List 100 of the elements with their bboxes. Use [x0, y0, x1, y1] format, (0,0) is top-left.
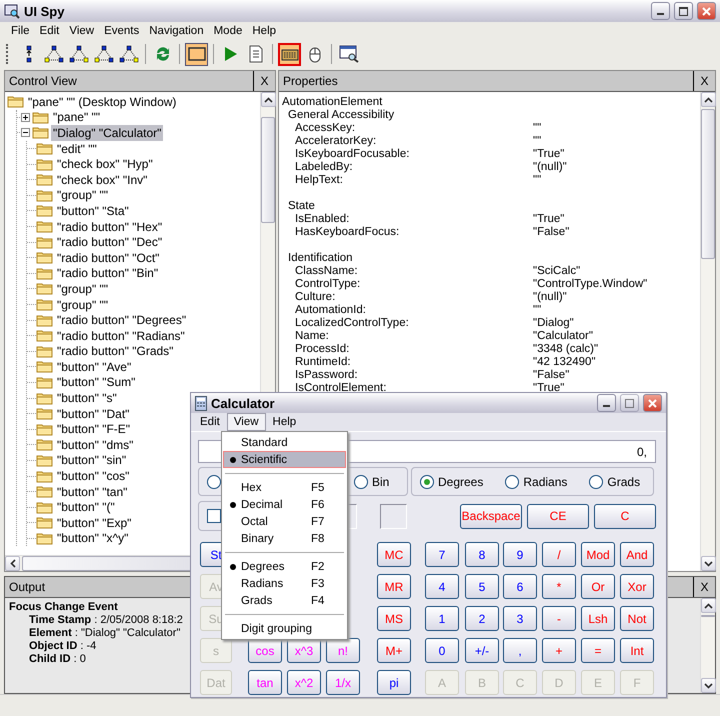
expand-toggle[interactable] — [21, 112, 30, 122]
tree-item[interactable]: "pane" "" — [51, 109, 102, 126]
calculator-key[interactable]: 2 — [465, 606, 499, 631]
plus-icon — [23, 114, 28, 120]
toolbar-button[interactable] — [278, 42, 301, 66]
tree-item[interactable]: "button" "(" — [55, 499, 117, 516]
menu-option[interactable]: Scientific — [223, 451, 346, 468]
tree-item[interactable]: "radio button" "Degrees" — [55, 312, 188, 328]
vertical-scrollbar[interactable] — [700, 598, 715, 693]
calculator-key[interactable]: 6 — [503, 574, 537, 599]
tree-item[interactable]: "button" "s" — [55, 390, 119, 406]
tree-item[interactable]: "button" "tan" — [55, 484, 130, 500]
tree-item[interactable]: "button" "F-E" — [55, 421, 132, 438]
vertical-scrollbar[interactable] — [700, 92, 715, 571]
calculator-key[interactable]: 8 — [465, 542, 499, 567]
tree-item[interactable]: "button" "x^y" — [55, 530, 130, 546]
calculator-key[interactable]: 7 — [425, 542, 459, 567]
tree-item[interactable]: "button" "dms" — [55, 436, 136, 453]
close-button[interactable] — [643, 394, 662, 412]
window-title: Calculator — [211, 396, 275, 410]
property-value: "" — [533, 304, 542, 317]
tree-item[interactable]: "check box" "Inv" — [55, 172, 150, 188]
minimize-button[interactable] — [651, 2, 670, 20]
radio-label: Bin — [372, 474, 390, 488]
radio-label: Grads — [607, 474, 640, 488]
close-button[interactable] — [697, 2, 716, 20]
menu-item[interactable]: Help — [266, 413, 304, 431]
scroll-thumb[interactable] — [701, 109, 715, 259]
minimize-button[interactable] — [597, 394, 616, 412]
tree-item[interactable]: "radio button" "Grads" — [55, 343, 176, 360]
calculator-key[interactable]: 3 — [503, 606, 537, 631]
menu-item[interactable]: Edit — [34, 24, 64, 38]
tree-item[interactable]: "radio button" "Dec" — [55, 234, 164, 250]
toolbar-button[interactable] — [67, 42, 90, 66]
folder-icon — [36, 360, 53, 374]
scroll-up-button[interactable] — [261, 92, 276, 107]
tree-item[interactable]: "radio button" "Radians" — [55, 328, 187, 344]
property-name: LocalizedControlType: — [295, 317, 410, 330]
scroll-down-button[interactable] — [701, 678, 716, 693]
calculator-key[interactable]: 4 — [425, 574, 459, 599]
calculator-key[interactable]: 1 — [425, 606, 459, 631]
close-icon — [648, 398, 657, 408]
tree-item[interactable]: "Dialog" "Calculator" — [51, 124, 164, 141]
maximize-button[interactable] — [674, 2, 693, 20]
radio-button[interactable] — [505, 474, 520, 488]
tree-item[interactable]: "group" "" — [55, 187, 110, 204]
tree-item[interactable]: "radio button" "Oct" — [55, 250, 162, 266]
scroll-up-button[interactable] — [701, 92, 716, 107]
menu-item[interactable]: View — [226, 413, 266, 431]
menu-item[interactable]: File — [6, 24, 35, 38]
expand-toggle[interactable] — [21, 128, 30, 138]
calculator-key[interactable]: 9 — [503, 542, 537, 567]
scroll-left-button[interactable] — [5, 556, 20, 571]
radio-button[interactable] — [589, 474, 604, 488]
tree-item[interactable]: "button" "Sta" — [55, 202, 131, 219]
toolbar-button[interactable] — [117, 42, 140, 66]
toolbar-button[interactable] — [42, 42, 65, 66]
tree-item[interactable]: "edit" "" — [55, 140, 99, 157]
tree-item[interactable]: "button" "cos" — [55, 468, 132, 484]
scroll-up-button[interactable] — [701, 598, 716, 613]
toolbar-button[interactable] — [92, 42, 115, 66]
folder-icon — [36, 329, 53, 342]
tree-item[interactable]: "button" "Dat" — [55, 406, 132, 422]
menu-item[interactable]: Help — [247, 24, 282, 38]
radio-button[interactable] — [420, 474, 434, 488]
menu-option[interactable]: Decimal F6 — [223, 496, 346, 513]
radio-button[interactable] — [207, 474, 221, 488]
calculator-key[interactable]: +/- — [465, 638, 499, 663]
menu-item[interactable]: Edit — [193, 413, 227, 431]
tree-item[interactable]: "button" "Exp" — [55, 514, 134, 531]
calculator-key[interactable]: pi — [377, 670, 411, 695]
toolbar-button[interactable] — [185, 42, 208, 66]
tree-item[interactable]: "group" "" — [55, 280, 110, 297]
menu-item[interactable]: View — [64, 24, 100, 38]
menu-option[interactable]: Hex F5 — [223, 479, 346, 496]
menu-item[interactable]: Events — [99, 24, 144, 38]
menu-option[interactable]: Octal F7 — [223, 513, 346, 530]
menu-item[interactable]: Mode — [208, 24, 248, 38]
tree-item[interactable]: "radio button" "Hex" — [55, 218, 164, 235]
calculator-key[interactable]: 0 — [425, 638, 459, 663]
toolbar-button[interactable] — [337, 42, 360, 66]
tree-item[interactable]: "check box" "Hyp" — [55, 156, 155, 172]
tree-item[interactable]: "pane" "" (Desktop Window) — [26, 94, 178, 110]
scroll-thumb[interactable] — [701, 615, 715, 617]
property-value: "" — [533, 174, 542, 187]
tree-item[interactable]: "group" "" — [55, 296, 110, 313]
tree-item[interactable]: "button" "Ave" — [55, 358, 134, 375]
scroll-thumb[interactable] — [261, 117, 275, 223]
tree-item[interactable]: "button" "Sum" — [55, 374, 138, 390]
radio-button[interactable] — [354, 474, 368, 488]
property-heading: AutomationElement — [282, 96, 384, 109]
scroll-down-button[interactable] — [701, 556, 716, 571]
menu-item[interactable]: Navigation — [144, 24, 209, 38]
tree-item[interactable]: "button" "sin" — [55, 452, 128, 468]
calculator-key[interactable]: 5 — [465, 574, 499, 599]
tree-item[interactable]: "radio button" "Bin" — [55, 265, 160, 282]
rectangle-icon — [188, 47, 206, 61]
calculator-key[interactable]: , — [503, 638, 537, 663]
app-icon — [4, 3, 20, 19]
checkbox[interactable] — [207, 509, 221, 523]
